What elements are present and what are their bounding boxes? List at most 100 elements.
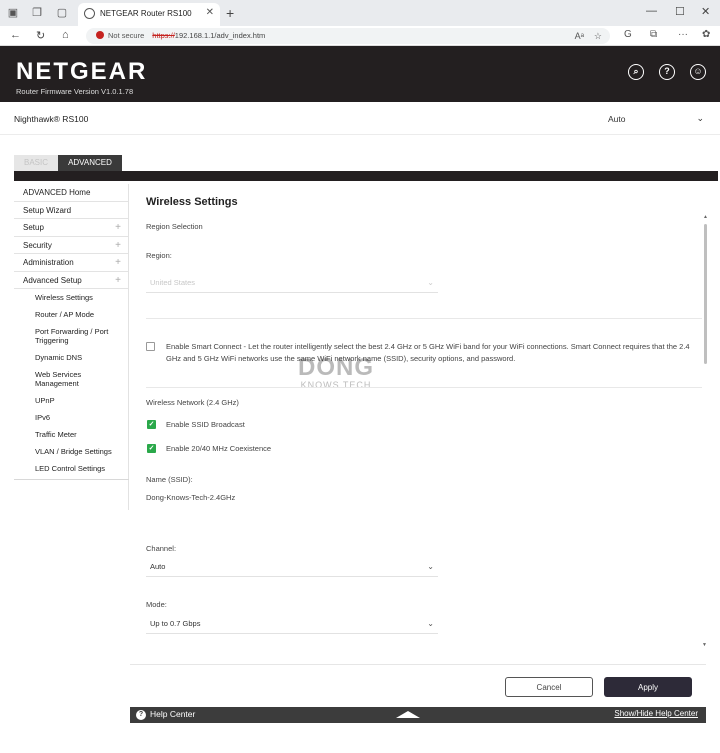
page-title: Wireless Settings <box>146 196 238 208</box>
coexistence-checkbox[interactable]: ✓ <box>147 444 156 453</box>
panel-scrollbar[interactable]: ▲ <box>703 214 708 364</box>
expand-plus-icon[interactable]: + <box>115 219 121 236</box>
sidebar-item-setup-wizard[interactable]: Setup Wizard <box>14 202 128 219</box>
maximize-icon[interactable]: ☐ <box>675 5 685 18</box>
coexistence-label: Enable 20/40 MHz Coexistence <box>166 444 272 453</box>
ssid-broadcast-label: Enable SSID Broadcast <box>166 420 245 429</box>
user-icon[interactable]: ☺ <box>690 64 706 80</box>
globe-icon <box>84 8 95 19</box>
scroll-down-icon[interactable]: ▼ <box>702 642 707 648</box>
submenu-led-control[interactable]: LED Control Settings <box>14 464 128 473</box>
collections-toolbar-icon[interactable]: ⧉ <box>650 29 657 40</box>
chevron-down-icon: ⌄ <box>427 562 434 571</box>
scroll-thumb[interactable] <box>704 224 707 364</box>
netgear-header: NETGEAR Router Firmware Version V1.0.1.7… <box>0 46 720 102</box>
copilot-icon[interactable]: ✿ <box>702 29 710 40</box>
router-model: Nighthawk® RS100 <box>14 114 89 124</box>
sidebar-item-label: Setup Wizard <box>23 205 72 215</box>
new-tab-icon[interactable]: + <box>226 5 234 21</box>
submenu-vlan-bridge[interactable]: VLAN / Bridge Settings <box>14 447 128 456</box>
browser-essentials-icon[interactable]: G <box>624 29 632 40</box>
wireless-network-label: Wireless Network (2.4 GHz) <box>146 398 239 407</box>
help-center-title: Help Center <box>150 709 196 719</box>
ssid-input[interactable]: Dong-Knows-Tech-2.4GHz <box>146 493 235 502</box>
apply-button[interactable]: Apply <box>604 677 692 697</box>
mode-select[interactable]: Up to 0.7 Gbps ⌄ <box>146 614 438 634</box>
help-icon[interactable]: ? <box>659 64 675 80</box>
search-icon[interactable]: ⌕ <box>628 64 644 80</box>
ssid-broadcast-checkbox[interactable]: ✓ <box>147 420 156 429</box>
workspaces-icon[interactable]: ▣ <box>6 6 20 20</box>
sidebar-bottom-border <box>14 479 129 480</box>
read-aloud-icon[interactable]: Aᵃ <box>575 28 584 44</box>
tab-actions-icon[interactable]: ▢ <box>55 6 69 20</box>
expand-plus-icon[interactable]: + <box>115 272 121 289</box>
tab-advanced[interactable]: ADVANCED <box>58 155 122 171</box>
sidebar-nav: ADVANCED Home Setup Wizard Setup + Securi… <box>14 184 129 510</box>
sidebar-item-setup[interactable]: Setup + <box>14 219 128 237</box>
chevron-down-icon: ⌄ <box>427 619 434 628</box>
expand-arrow-icon[interactable] <box>396 711 420 718</box>
sidebar-item-advanced-home[interactable]: ADVANCED Home <box>14 184 128 202</box>
sidebar-item-security[interactable]: Security + <box>14 237 128 254</box>
divider <box>130 664 706 665</box>
sidebar-item-label: ADVANCED Home <box>23 188 91 197</box>
expand-plus-icon[interactable]: + <box>115 254 121 271</box>
sidebar-item-label: Advanced Setup <box>23 275 82 285</box>
region-label: Region: <box>146 251 172 260</box>
close-tab-icon[interactable]: ✕ <box>206 7 214 18</box>
tab-underline-bar <box>14 171 718 181</box>
submenu-wireless-settings[interactable]: Wireless Settings <box>14 293 128 302</box>
submenu-upnp[interactable]: UPnP <box>14 396 128 405</box>
mode-value: Up to 0.7 Gbps <box>150 619 201 628</box>
tab-basic[interactable]: BASIC <box>14 155 58 171</box>
sidebar-item-label: Setup <box>23 223 44 232</box>
chevron-down-icon: ⌄ <box>427 278 434 287</box>
url-field[interactable]: Not secure https://192.168.1.1/adv_index.… <box>86 28 610 44</box>
collections-icon[interactable]: ❐ <box>30 6 44 20</box>
close-window-icon[interactable]: ✕ <box>701 5 710 18</box>
watermark-line2: KNOWS TECH <box>300 380 372 390</box>
chevron-down-icon: ⌄ <box>696 113 704 123</box>
divider <box>146 387 702 388</box>
cancel-button[interactable]: Cancel <box>505 677 593 697</box>
browser-tabstrip: ▣ ❐ ▢ NETGEAR Router RS100 ✕ + — ☐ ✕ <box>0 0 720 26</box>
browser-tab-title: NETGEAR Router RS100 <box>100 9 192 18</box>
minimize-icon[interactable]: — <box>646 5 657 17</box>
smart-connect-checkbox[interactable] <box>146 342 155 351</box>
sidebar-item-administration[interactable]: Administration + <box>14 254 128 272</box>
submenu-traffic-meter[interactable]: Traffic Meter <box>14 430 128 439</box>
url-scheme: https:// <box>152 31 175 40</box>
dong-knows-tech-watermark: DONG KNOWS TECH <box>298 354 374 391</box>
netgear-logo: NETGEAR <box>16 58 148 85</box>
ssid-label: Name (SSID): <box>146 475 193 484</box>
watermark-line1: DONG <box>298 354 374 381</box>
sidebar-item-advanced-setup[interactable]: Advanced Setup + <box>14 272 128 289</box>
address-bar-row: ← ↻ ⌂ Not secure https://192.168.1.1/adv_… <box>0 26 720 46</box>
refresh-icon[interactable]: ↻ <box>36 29 45 42</box>
scroll-up-icon[interactable]: ▲ <box>703 214 708 220</box>
expand-plus-icon[interactable]: + <box>115 237 121 254</box>
language-value: Auto <box>608 114 626 124</box>
firmware-version: Router Firmware Version V1.0.1.78 <box>16 87 134 96</box>
security-label[interactable]: Not secure <box>108 31 144 40</box>
browser-tab-netgear[interactable]: NETGEAR Router RS100 ✕ <box>78 3 220 26</box>
submenu-dynamic-dns[interactable]: Dynamic DNS <box>14 353 128 362</box>
wireless-settings-panel: Wireless Settings Region Selection Regio… <box>130 184 706 664</box>
more-menu-icon[interactable]: ··· <box>678 29 688 40</box>
language-select[interactable]: Auto ⌄ <box>608 113 708 124</box>
submenu-web-services[interactable]: Web Services Management <box>14 370 128 388</box>
submenu-ipv6[interactable]: IPv6 <box>14 413 128 422</box>
channel-select[interactable]: Auto ⌄ <box>146 557 438 577</box>
home-icon[interactable]: ⌂ <box>62 29 69 41</box>
submenu-router-ap-mode[interactable]: Router / AP Mode <box>14 310 128 319</box>
divider <box>146 318 702 319</box>
model-row: Nighthawk® RS100 Auto ⌄ <box>0 110 720 132</box>
show-hide-help-link[interactable]: Show/Hide Help Center <box>614 709 698 718</box>
favorite-star-icon[interactable]: ☆ <box>594 28 602 44</box>
not-secure-icon <box>96 31 104 39</box>
mode-label: Mode: <box>146 600 167 609</box>
back-icon[interactable]: ← <box>10 29 21 41</box>
region-select: United States ⌄ <box>146 273 438 293</box>
submenu-port-forwarding[interactable]: Port Forwarding / Port Triggering <box>14 327 128 345</box>
